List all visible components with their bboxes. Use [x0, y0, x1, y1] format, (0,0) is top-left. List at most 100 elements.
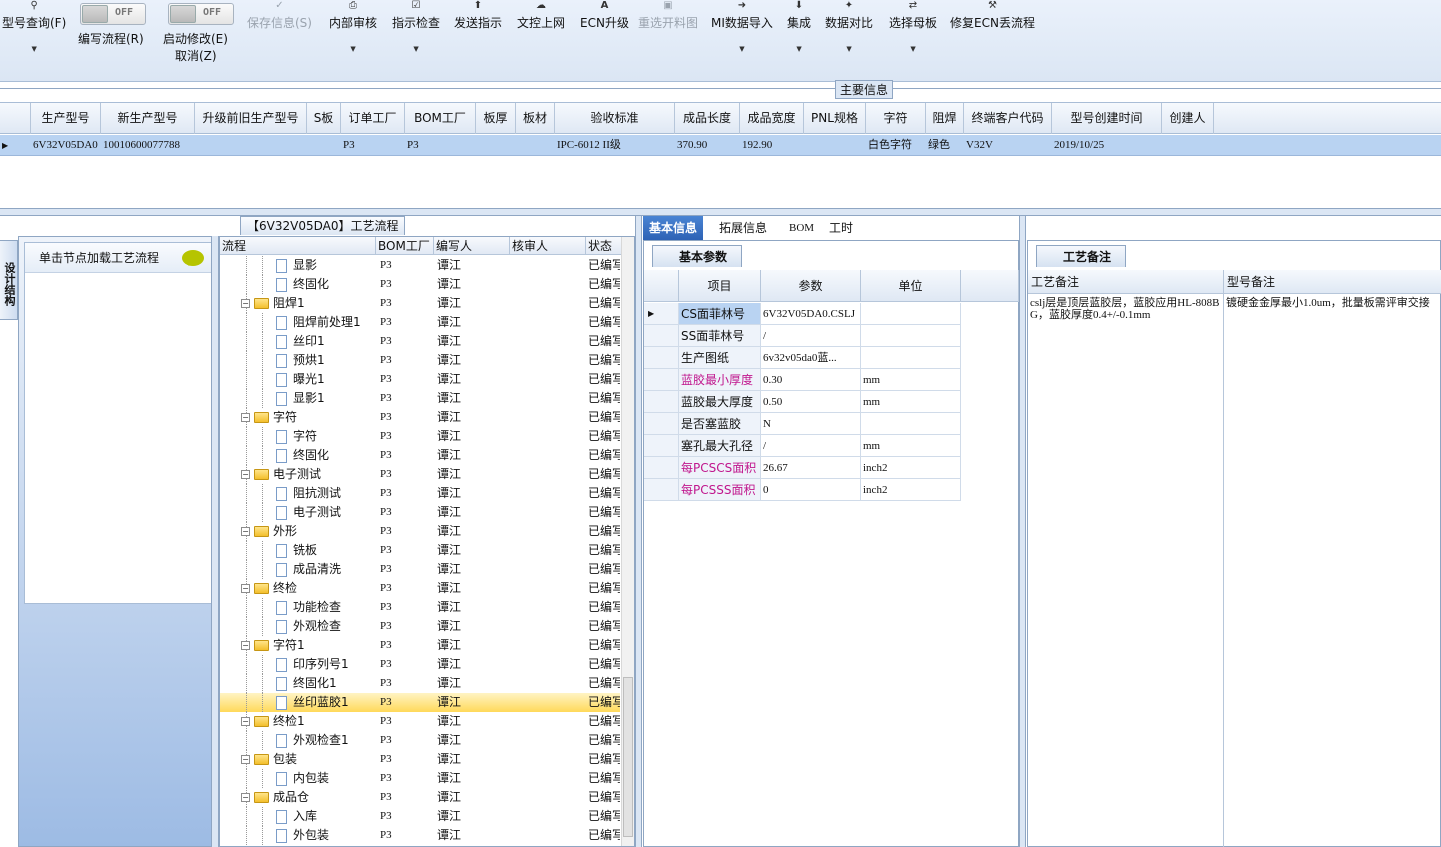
- cell[interactable]: 192.90: [740, 135, 804, 156]
- col-header[interactable]: 编写人: [434, 237, 510, 255]
- collapse-icon[interactable]: −: [241, 641, 250, 650]
- param-unit-cell[interactable]: [861, 303, 961, 325]
- table-row[interactable]: 每PCSSS面积 0 inch2: [644, 479, 1019, 501]
- tree-node[interactable]: 阻抗测试 P3 谭江 已编写: [220, 484, 620, 503]
- param-name-cell[interactable]: 生产图纸: [679, 347, 761, 369]
- cell[interactable]: [516, 135, 555, 156]
- side-tab-design-structure[interactable]: 设计结构: [0, 240, 18, 320]
- col-header[interactable]: 成品长度: [675, 103, 740, 134]
- tree-node[interactable]: 外观检查1 P3 谭江 已编写: [220, 731, 620, 750]
- model-remark-text[interactable]: 镀硬金金厚最小1.0um，批量板需评审交接: [1224, 294, 1441, 847]
- tab-basic-info[interactable]: 基本信息: [643, 216, 704, 240]
- tree-node[interactable]: 终固化 P3 谭江 已编写: [220, 275, 620, 294]
- col-header[interactable]: 状态: [586, 237, 622, 255]
- process-remark-text[interactable]: cslj层是顶层蓝胶层，蓝胶应用HL-808BG，蓝胶厚度0.4+/-0.1mm: [1028, 294, 1224, 847]
- table-row[interactable]: 蓝胶最大厚度 0.50 mm: [644, 391, 1019, 413]
- tree-node-name[interactable]: 终固化1: [276, 674, 337, 693]
- data-compare-button[interactable]: ✦ 数据对比 ▼: [825, 0, 873, 53]
- tree-node-name[interactable]: − 外形: [241, 522, 297, 541]
- param-value-cell[interactable]: 0.50: [761, 391, 861, 413]
- write-flow-toggle[interactable]: OFF: [80, 3, 146, 25]
- param-unit-cell[interactable]: [861, 347, 961, 369]
- param-name-cell[interactable]: 塞孔最大孔径: [679, 435, 761, 457]
- tree-node-name[interactable]: 铣板: [276, 541, 317, 560]
- param-name-cell[interactable]: CS面菲林号: [679, 303, 761, 325]
- cell[interactable]: 10010600077788: [101, 135, 195, 156]
- tree-node[interactable]: 外观检查 P3 谭江 已编写: [220, 617, 620, 636]
- tree-node[interactable]: 曝光1 P3 谭江 已编写: [220, 370, 620, 389]
- cell[interactable]: P3: [341, 135, 405, 156]
- param-value-cell[interactable]: 0.30: [761, 369, 861, 391]
- cell[interactable]: V32V: [964, 135, 1052, 156]
- send-instr-button[interactable]: ⬆ 发送指示: [454, 0, 502, 31]
- param-value-cell[interactable]: 6V32V05DA0.CSLJ: [761, 303, 861, 325]
- collapse-icon[interactable]: −: [241, 793, 250, 802]
- tree-node-name[interactable]: − 阻焊1: [241, 294, 305, 313]
- tree-node[interactable]: 入库 P3 谭江 已编写: [220, 807, 620, 826]
- internal-review-button[interactable]: ⎙ 内部审核 ▼: [329, 0, 377, 53]
- col-header[interactable]: 创建人: [1162, 103, 1214, 134]
- tree-node[interactable]: 阻焊前处理1 P3 谭江 已编写: [220, 313, 620, 332]
- vertical-splitter-middle[interactable]: [635, 216, 642, 847]
- model-query-button[interactable]: ⚲ 型号查询(F) ▼: [2, 0, 66, 53]
- select-board-button[interactable]: ⇄ 选择母板 ▼: [889, 0, 937, 53]
- tree-node-name[interactable]: 终固化: [276, 446, 329, 465]
- doc-upload-button[interactable]: ☁ 文控上网: [517, 0, 565, 31]
- cell[interactable]: 2019/10/25: [1052, 135, 1162, 156]
- tree-node[interactable]: 功能检查 P3 谭江 已编写: [220, 598, 620, 617]
- col-header[interactable]: 订单工厂: [341, 103, 405, 134]
- col-header[interactable]: 项目: [679, 270, 761, 302]
- cell[interactable]: P3: [405, 135, 476, 156]
- table-row[interactable]: 每PCSCS面积 26.67 inch2: [644, 457, 1019, 479]
- param-unit-cell[interactable]: mm: [861, 391, 961, 413]
- tab-bom[interactable]: BOM: [783, 216, 820, 240]
- collapse-icon[interactable]: −: [241, 717, 250, 726]
- param-unit-cell[interactable]: inch2: [861, 479, 961, 501]
- tree-node-name[interactable]: 丝印蓝胶1: [276, 693, 349, 712]
- col-header[interactable]: BOM工厂: [376, 237, 434, 255]
- param-value-cell[interactable]: 6v32v05da0蓝...: [761, 347, 861, 369]
- ecn-upgrade-button[interactable]: A ECN升级: [580, 0, 629, 31]
- collapse-icon[interactable]: −: [241, 470, 250, 479]
- tree-node-name[interactable]: 印序列号1: [276, 655, 349, 674]
- cancel-button[interactable]: 取消(Z): [175, 47, 217, 64]
- integrate-button[interactable]: ⬇ 集成 ▼: [787, 0, 811, 53]
- col-header[interactable]: 终端客户代码: [964, 103, 1052, 134]
- param-unit-cell[interactable]: [861, 325, 961, 347]
- mi-import-button[interactable]: ➜ MI数据导入 ▼: [711, 0, 773, 53]
- tab-work-hours[interactable]: 工时: [823, 216, 859, 240]
- tree-node-name[interactable]: 阻抗测试: [276, 484, 341, 503]
- tree-node[interactable]: − 字符1 P3 谭江 已编写: [220, 636, 620, 655]
- collapse-icon[interactable]: −: [241, 584, 250, 593]
- tree-node[interactable]: 终固化1 P3 谭江 已编写: [220, 674, 620, 693]
- reselect-drawing-button[interactable]: ▣ 重选开料图: [638, 0, 698, 31]
- col-header[interactable]: 板材: [516, 103, 555, 134]
- tree-scrollbar[interactable]: [621, 237, 634, 846]
- tree-node[interactable]: − 电子测试 P3 谭江 已编写: [220, 465, 620, 484]
- col-header[interactable]: 新生产型号: [101, 103, 195, 134]
- tree-node-name[interactable]: 显影1: [276, 389, 325, 408]
- cell[interactable]: 绿色: [926, 135, 964, 156]
- param-value-cell[interactable]: 26.67: [761, 457, 861, 479]
- tree-node-name[interactable]: − 电子测试: [241, 465, 321, 484]
- tab-extended-info[interactable]: 拓展信息: [713, 216, 773, 240]
- tree-node[interactable]: 显影1 P3 谭江 已编写: [220, 389, 620, 408]
- tree-node-name[interactable]: 显影: [276, 256, 317, 275]
- tree-node[interactable]: − 外形 P3 谭江 已编写: [220, 522, 620, 541]
- param-unit-cell[interactable]: [861, 413, 961, 435]
- tree-node[interactable]: 电子测试 P3 谭江 已编写: [220, 503, 620, 522]
- tree-node-name[interactable]: − 终检1: [241, 712, 305, 731]
- tree-node-name[interactable]: 曝光1: [276, 370, 325, 389]
- vertical-splitter-left[interactable]: [211, 236, 219, 847]
- scrollbar-thumb[interactable]: [623, 677, 633, 837]
- col-header[interactable]: 核审人: [510, 237, 586, 255]
- tree-node-name[interactable]: − 字符: [241, 408, 297, 427]
- tree-node[interactable]: − 包装 P3 谭江 已编写: [220, 750, 620, 769]
- col-header[interactable]: 流程: [220, 237, 376, 255]
- tree-node-name[interactable]: 字符: [276, 427, 317, 446]
- tree-node[interactable]: 终固化 P3 谭江 已编写: [220, 446, 620, 465]
- table-row[interactable]: 蓝胶最小厚度 0.30 mm: [644, 369, 1019, 391]
- col-header[interactable]: 型号创建时间: [1052, 103, 1162, 134]
- param-unit-cell[interactable]: mm: [861, 369, 961, 391]
- table-row[interactable]: SS面菲林号 /: [644, 325, 1019, 347]
